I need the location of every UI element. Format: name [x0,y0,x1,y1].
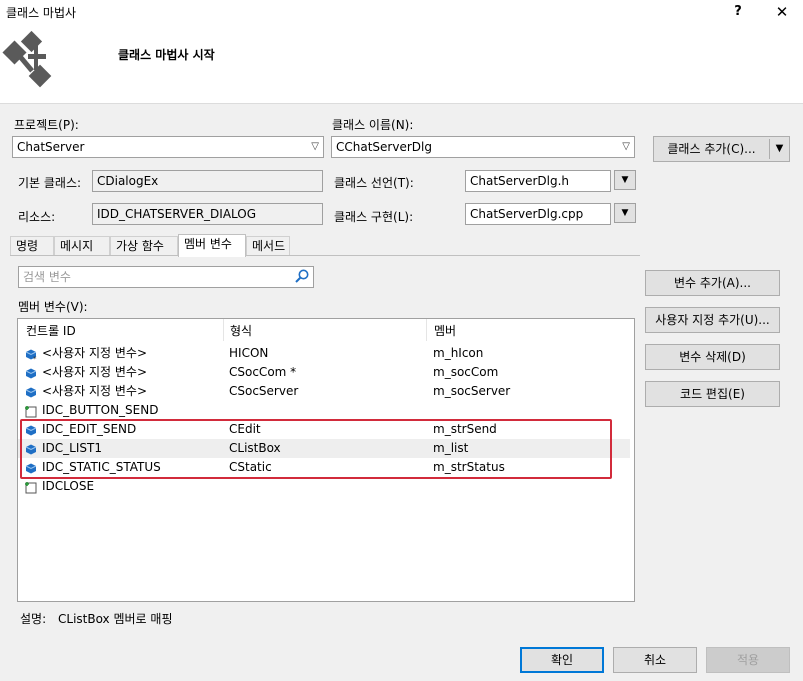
cell-type: CListBox [229,441,281,455]
member-variables-list[interactable]: 컨트롤 ID 형식 멤버 * <사용자 지정 변수> HICON m_hIcon… [17,318,635,602]
column-separator[interactable] [223,319,224,341]
declaration-dropdown-button[interactable]: ▼ [614,170,636,190]
cell-control-id: <사용자 지정 변수> [42,365,148,379]
table-row[interactable]: IDC_BUTTON_SEND [18,401,630,420]
variable-icon [24,442,38,456]
edit-code-button[interactable]: 코드 편집(E) [645,381,780,407]
column-header-type[interactable]: 형식 [230,322,252,339]
description-text: CListBox 멤버로 매핑 [58,612,173,626]
variable-icon [24,423,38,437]
table-row[interactable]: <사용자 지정 변수> CSocServer m_socServer [18,382,630,401]
cell-member: m_socServer [433,384,511,398]
window-title: 클래스 마법사 [6,6,77,20]
implementation-dropdown-button[interactable]: ▼ [614,203,636,223]
class-wizard-icon [2,30,56,88]
table-row[interactable]: IDC_LIST1 CListBox m_list [18,439,630,458]
cell-member: m_socCom [433,365,499,379]
tab-virtual-functions[interactable]: 가상 함수 [110,236,178,256]
add-class-label: 클래스 추가(C)... [667,142,756,156]
custom-variable-icon: * [24,347,38,363]
tab-messages[interactable]: 메시지 [54,236,110,256]
search-variables-input[interactable]: 검색 변수 [18,266,314,288]
cell-type: HICON [229,346,269,360]
cell-member: m_list [433,441,469,455]
resource-field: IDD_CHATSERVER_DIALOG [92,203,323,225]
split-arrow-icon[interactable]: ▼ [769,139,789,159]
base-class-label: 기본 클래스: [18,176,82,190]
control-icon [24,480,38,494]
control-icon [24,404,38,418]
class-implementation-field[interactable]: ChatServerDlg.cpp [465,203,611,225]
search-icon[interactable] [294,268,310,290]
apply-button[interactable]: 적용 [706,647,790,673]
header-title: 클래스 마법사 시작 [118,48,215,62]
cell-control-id: IDC_EDIT_SEND [42,422,137,436]
column-header-control-id[interactable]: 컨트롤 ID [26,322,76,339]
cell-type: CSocCom * [229,365,297,379]
cell-type: CEdit [229,422,261,436]
class-declaration-label: 클래스 선언(T): [334,176,414,190]
chevron-down-icon: ▽ [622,141,630,152]
cell-type: CSocServer [229,384,299,398]
member-variables-label: 멤버 변수(V): [18,300,88,314]
table-row[interactable]: IDC_EDIT_SEND CEdit m_strSend [18,420,630,439]
cell-control-id: IDC_LIST1 [42,441,102,455]
tab-member-variables[interactable]: 멤버 변수 [178,234,246,257]
class-name-label: 클래스 이름(N): [332,118,414,132]
variable-icon [24,366,38,380]
tab-commands[interactable]: 명령 [10,236,54,256]
class-implementation-label: 클래스 구현(L): [334,210,414,224]
add-variable-button[interactable]: 변수 추가(A)... [645,270,780,296]
help-button[interactable]: ? [724,2,752,22]
class-name-value: CChatServerDlg [336,140,432,154]
list-header: 컨트롤 ID 형식 멤버 [18,319,634,341]
cell-control-id: <사용자 지정 변수> [42,346,148,360]
variable-icon [24,385,38,399]
cell-type: CStatic [229,460,272,474]
cell-member: m_hIcon [433,346,484,360]
project-value: ChatServer [17,140,85,154]
project-combo[interactable]: ChatServer ▽ [12,136,324,158]
svg-text:*: * [33,355,37,361]
class-name-combo[interactable]: CChatServerDlg ▽ [331,136,635,158]
base-class-field: CDialogEx [92,170,323,192]
cell-control-id: IDC_STATIC_STATUS [42,460,161,474]
chevron-down-icon: ▽ [311,141,319,152]
tab-methods[interactable]: 메서드 [246,236,290,256]
add-custom-button[interactable]: 사용자 지정 추가(U)... [645,307,780,333]
ok-button[interactable]: 확인 [520,647,604,673]
search-placeholder: 검색 변수 [23,270,71,284]
column-separator[interactable] [426,319,427,341]
description-label: 설명: [20,612,47,626]
resource-label: 리소스: [18,210,56,224]
cell-control-id: IDCLOSE [42,479,95,493]
project-label: 프로젝트(P): [14,118,79,132]
table-row[interactable]: <사용자 지정 변수> CSocCom * m_socCom [18,363,630,382]
cell-member: m_strStatus [433,460,505,474]
class-declaration-field[interactable]: ChatServerDlg.h [465,170,611,192]
table-row[interactable]: * <사용자 지정 변수> HICON m_hIcon [18,344,630,363]
close-button[interactable]: ✕ [768,2,796,22]
cell-member: m_strSend [433,422,497,436]
variable-icon [24,461,38,475]
cell-control-id: IDC_BUTTON_SEND [42,403,159,417]
table-row[interactable]: IDC_STATIC_STATUS CStatic m_strStatus [18,458,630,477]
add-class-button[interactable]: 클래스 추가(C)... ▼ [653,136,790,162]
cancel-button[interactable]: 취소 [613,647,697,673]
cell-control-id: <사용자 지정 변수> [42,384,148,398]
delete-variable-button[interactable]: 변수 삭제(D) [645,344,780,370]
column-header-member[interactable]: 멤버 [434,322,456,339]
table-row[interactable]: IDCLOSE [18,477,630,496]
